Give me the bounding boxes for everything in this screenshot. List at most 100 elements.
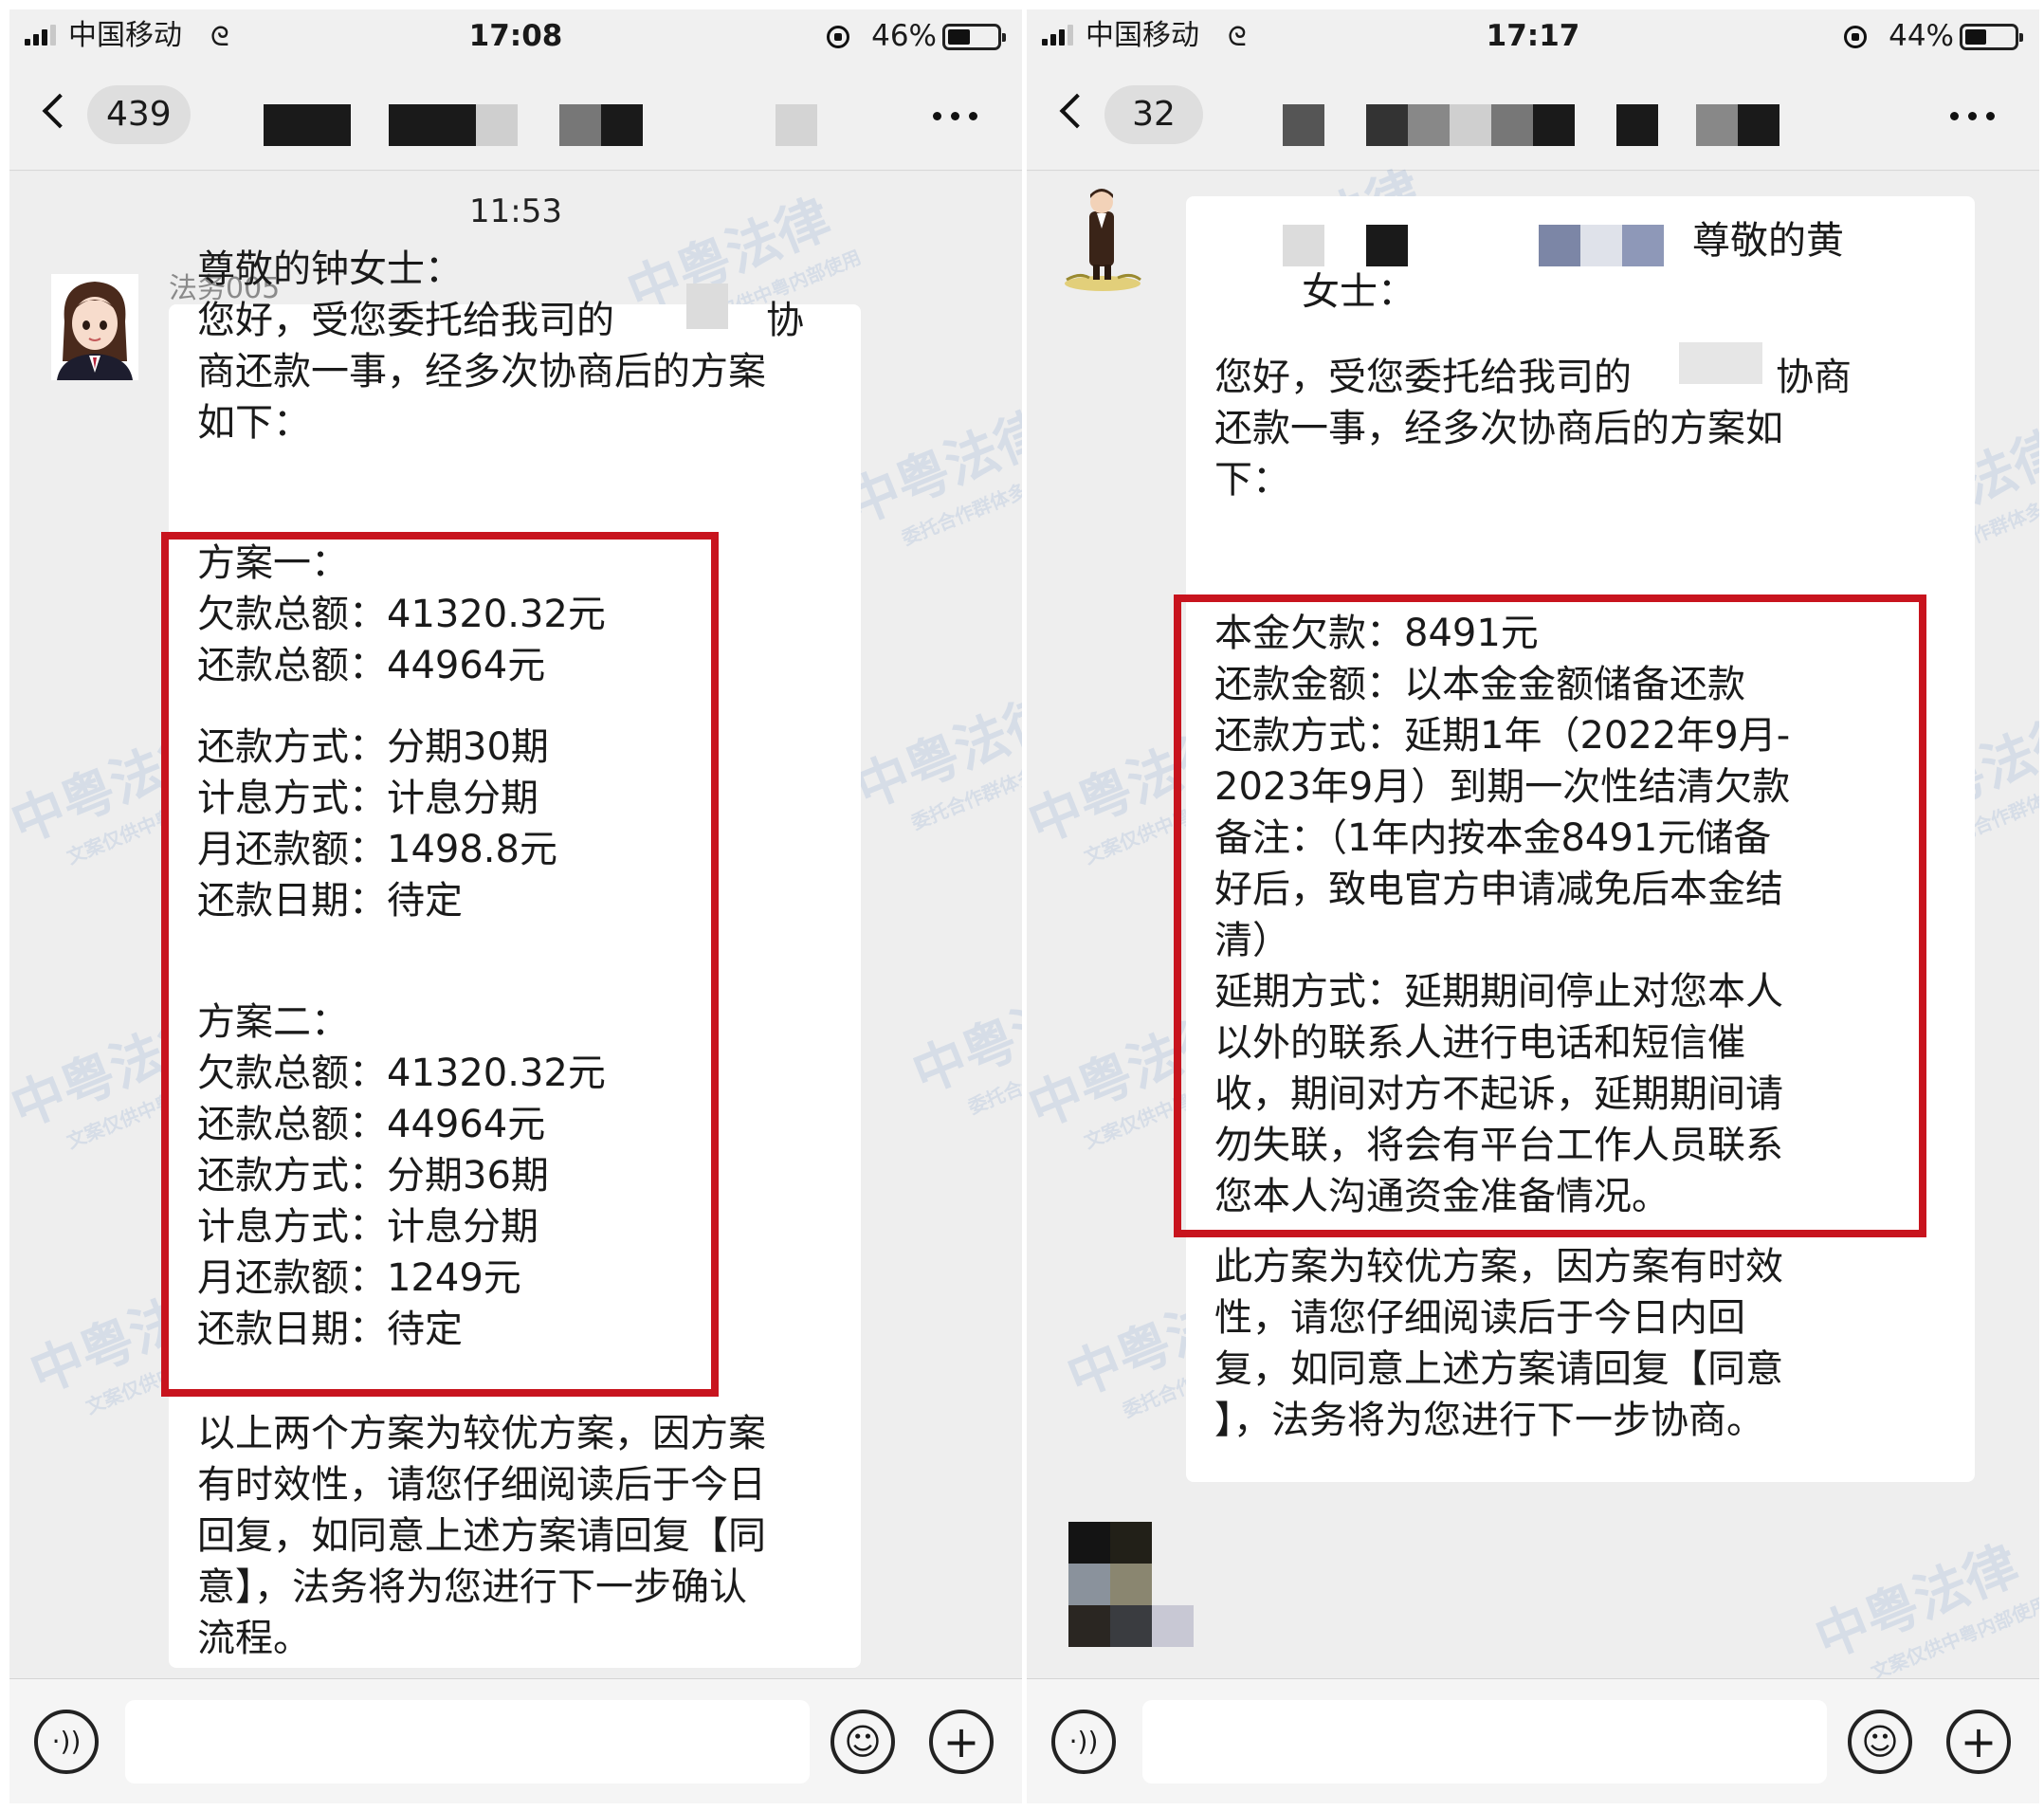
battery-level-fill — [1965, 29, 1986, 45]
chat-header: 439 — [9, 64, 1022, 171]
status-bar: 中国移动 ᘓ 17:17 44% — [1027, 9, 2039, 64]
pixelated-avatar[interactable] — [1068, 1522, 1194, 1647]
unread-count-badge[interactable]: 32 — [1104, 85, 1203, 144]
plan-line: 欠款总额：41320.32元 — [197, 593, 606, 636]
redacted-title-block — [1738, 104, 1779, 146]
redacted-title-block — [559, 104, 601, 146]
battery-percent: 46% — [871, 19, 937, 53]
plan-line: 备注：（1年内按本金8491元储备 — [1214, 816, 1772, 860]
plus-icon[interactable]: + — [929, 1710, 994, 1774]
plan-line: 本金欠款：8491元 — [1214, 612, 1539, 655]
plan-line: 收，期间对方不起诉，延期期间请 — [1214, 1072, 1783, 1116]
watermark: 中粤法律委托合作群体多同多核实 — [847, 684, 1022, 834]
redacted-title-block — [1696, 104, 1738, 146]
plan-line: 月还款额：1249元 — [197, 1256, 521, 1300]
redacted-name — [1622, 225, 1664, 266]
more-dots-icon[interactable] — [933, 112, 978, 121]
message-input[interactable] — [125, 1700, 810, 1784]
more-dots-icon[interactable] — [1950, 112, 1996, 121]
emoji-icon[interactable]: ☺ — [1848, 1710, 1912, 1774]
unread-count-badge[interactable]: 439 — [87, 85, 191, 144]
redacted-name — [1679, 342, 1762, 384]
chat-header: 32 — [1027, 64, 2039, 171]
status-bar: 中国移动 ᘓ 17:08 46% — [9, 9, 1022, 64]
plan-line: 还款方式：延期1年（2022年9月- — [1214, 714, 1791, 758]
message-line: 商还款一事，经多次协商后的方案 — [197, 350, 766, 393]
plan-line: 还款日期：待定 — [197, 879, 463, 923]
back-chevron-icon[interactable] — [1059, 93, 1095, 129]
message-line: 协 — [766, 299, 804, 342]
right-chat-screenshot: 中国移动 ᘓ 17:17 44% 32 中粤法律文案仅供中粤内部使用 中粤法律委… — [1027, 9, 2039, 1803]
watermark: 中粤法律委托合作群体多同多核实 — [837, 399, 1022, 550]
input-bar: ·)) ☺ + — [9, 1678, 1022, 1803]
status-time: 17:17 — [1486, 19, 1580, 53]
redacted-title-block — [601, 104, 643, 146]
closing-line: 有时效性，请您仔细阅读后于今日 — [197, 1463, 766, 1507]
closing-line: 复，如同意上述方案请回复【同意 — [1214, 1347, 1783, 1391]
plan-line: 以外的联系人进行电话和短信催 — [1214, 1021, 1745, 1065]
plan-line: 还款总额：44964元 — [197, 1103, 546, 1146]
voice-input-icon[interactable]: ·)) — [1051, 1710, 1116, 1774]
plan-line: 月还款额：1498.8元 — [197, 828, 557, 871]
emoji-icon[interactable]: ☺ — [830, 1710, 895, 1774]
message-line: 如下： — [197, 401, 311, 445]
message-timestamp: 11:53 — [469, 192, 562, 230]
battery-percent: 44% — [1889, 19, 1954, 53]
redacted-name — [1366, 225, 1408, 266]
redacted-name — [1283, 225, 1324, 266]
redacted-title-block — [1366, 104, 1408, 146]
message-line: 下： — [1214, 458, 1290, 502]
redacted-title-block — [1408, 104, 1450, 146]
status-time: 17:08 — [468, 19, 563, 53]
rotation-lock-icon — [827, 26, 849, 48]
message-line: 协商 — [1776, 356, 1852, 399]
battery-icon — [942, 24, 1006, 50]
message-line: 您好，受您委托给我司的 — [197, 299, 614, 342]
plan-line: 方案二： — [197, 1000, 349, 1044]
redacted-title-block — [476, 104, 518, 146]
back-chevron-icon[interactable] — [42, 93, 78, 129]
plan-line: 还款金额：以本金金额储备还款 — [1214, 663, 1745, 706]
plan-line: 好后，致电官方申请减免后本金结 — [1214, 868, 1783, 911]
plan-line: 计息方式：计息分期 — [197, 1205, 538, 1249]
closing-line: 意】，法务将为您进行下一步确认 — [197, 1565, 747, 1609]
closing-line: 性，请您仔细阅读后于今日内回 — [1214, 1296, 1745, 1340]
redacted-title-block — [776, 104, 817, 146]
watermark: 中粤法律委托合作群体多同多核实 — [903, 968, 1022, 1119]
chat-area: 中粤法律文案仅供中粤内部使用 中粤法律委托合作群体多同多核实 中粤法律文案仅供中… — [9, 172, 1022, 1679]
plan-line: 勿失联，将会有平台工作人员联系 — [1214, 1124, 1783, 1167]
plan-line: 清） — [1214, 919, 1290, 962]
redacted-title-block — [1283, 104, 1324, 146]
watermark: 中粤法律文案仅供中粤内部使用 — [1807, 1534, 2039, 1685]
rotation-lock-icon — [1844, 26, 1867, 48]
message-line: 尊敬的钟女士： — [197, 247, 463, 291]
lawyer-avatar[interactable] — [1051, 181, 1154, 293]
plan-line: 还款方式：分期36期 — [197, 1154, 549, 1198]
redacted-name — [1539, 225, 1580, 266]
redacted-name — [1580, 225, 1622, 266]
redacted-title-block — [264, 104, 351, 146]
closing-line: 以上两个方案为较优方案，因方案 — [197, 1412, 766, 1455]
plan-line: 还款方式：分期30期 — [197, 725, 549, 769]
input-bar: ·)) ☺ + — [1027, 1678, 2039, 1803]
redacted-title-block — [1533, 104, 1575, 146]
message-line: 女士： — [1302, 270, 1415, 314]
lawyer-avatar[interactable] — [51, 274, 138, 380]
plan-line: 还款总额：44964元 — [197, 644, 546, 687]
chat-area: 中粤法律文案仅供中粤内部使用 中粤法律委托合作群体多同多核实 中粤法律文案仅供中… — [1027, 159, 2039, 1684]
plus-icon[interactable]: + — [1946, 1710, 2011, 1774]
plan-line: 延期方式：延期期间停止对您本人 — [1214, 970, 1783, 1014]
plan-line: 计息方式：计息分期 — [197, 777, 538, 820]
redacted-title-block — [1616, 104, 1658, 146]
plan-line: 2023年9月）到期一次性结清欠款 — [1214, 765, 1791, 809]
closing-line: 流程。 — [197, 1617, 311, 1660]
voice-input-icon[interactable]: ·)) — [34, 1710, 99, 1774]
battery-icon — [1960, 24, 2023, 50]
closing-line: 回复，如同意上述方案请回复【同 — [197, 1514, 766, 1558]
redacted-title-block — [389, 104, 476, 146]
message-line: 您好，受您委托给我司的 — [1214, 356, 1632, 399]
battery-level-fill — [948, 29, 970, 45]
message-input[interactable] — [1142, 1700, 1827, 1784]
plan-line: 还款日期：待定 — [197, 1308, 463, 1351]
plan-line: 方案一： — [197, 541, 349, 585]
